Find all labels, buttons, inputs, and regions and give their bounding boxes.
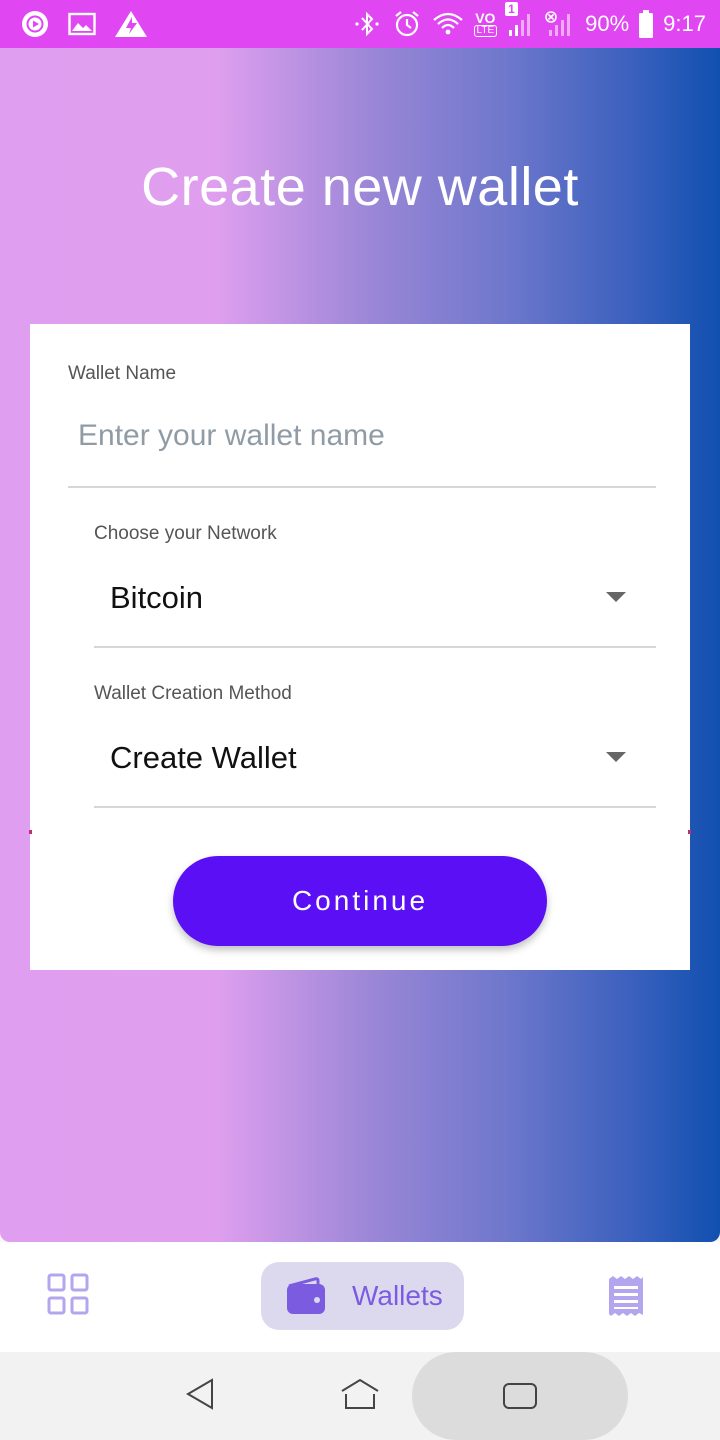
network-dropdown[interactable]: Bitcoin xyxy=(94,564,656,646)
image-icon xyxy=(68,12,96,36)
volte-icon: VO LTE xyxy=(473,10,498,37)
nav-item-dashboard[interactable] xyxy=(38,1266,98,1326)
sim-badge: 1 xyxy=(505,2,518,16)
wifi-icon xyxy=(432,10,464,38)
play-icon xyxy=(20,9,50,39)
alarm-icon xyxy=(392,9,422,39)
chevron-down-icon xyxy=(606,592,626,602)
wallet-name-label: Wallet Name xyxy=(68,363,177,384)
wallet-icon xyxy=(284,1276,328,1316)
nav-item-transactions[interactable] xyxy=(600,1272,652,1324)
creation-method-underline xyxy=(94,806,656,808)
back-icon xyxy=(182,1376,218,1417)
continue-button[interactable]: Continue xyxy=(173,856,547,946)
network-label: Choose your Network xyxy=(94,523,277,544)
clock: 9:17 xyxy=(663,11,706,36)
bottom-navigation: Wallets xyxy=(0,1242,720,1352)
grid-icon xyxy=(46,1272,90,1321)
network-selected-value: Bitcoin xyxy=(110,580,204,615)
edge-marker xyxy=(688,830,691,834)
lte-label: LTE xyxy=(473,25,498,37)
wallet-name-input[interactable] xyxy=(78,414,638,458)
edge-marker xyxy=(29,830,32,834)
home-icon xyxy=(340,1377,380,1416)
creation-method-selected-value: Create Wallet xyxy=(110,740,297,775)
status-bar: VO LTE 1 90% 9:17 xyxy=(0,0,720,48)
signal-icon: 1 xyxy=(505,2,535,38)
status-bar-left xyxy=(20,9,148,39)
chevron-down-icon xyxy=(606,752,626,762)
back-button[interactable] xyxy=(170,1372,230,1420)
recents-icon xyxy=(490,1372,550,1420)
creation-method-label: Wallet Creation Method xyxy=(94,683,292,704)
wallet-name-underline xyxy=(68,486,656,488)
battery-icon xyxy=(639,10,654,38)
receipt-icon xyxy=(606,1275,646,1322)
bluetooth-icon xyxy=(352,10,382,38)
battery-percent: 90% xyxy=(585,11,630,36)
network-underline xyxy=(94,646,656,648)
home-button[interactable] xyxy=(330,1372,390,1420)
creation-method-dropdown[interactable]: Create Wallet xyxy=(94,724,656,806)
alert-icon xyxy=(114,10,148,38)
page-title: Create new wallet xyxy=(141,157,579,217)
status-bar-right: VO LTE 1 90% 9:17 xyxy=(352,2,706,39)
create-wallet-card: Wallet Name Choose your Network Bitcoin … xyxy=(30,324,690,970)
signal-off-icon xyxy=(545,10,575,38)
volte-label: VO xyxy=(475,10,496,26)
nav-label-wallets: Wallets xyxy=(352,1280,443,1311)
system-navigation-bar xyxy=(0,1352,720,1440)
